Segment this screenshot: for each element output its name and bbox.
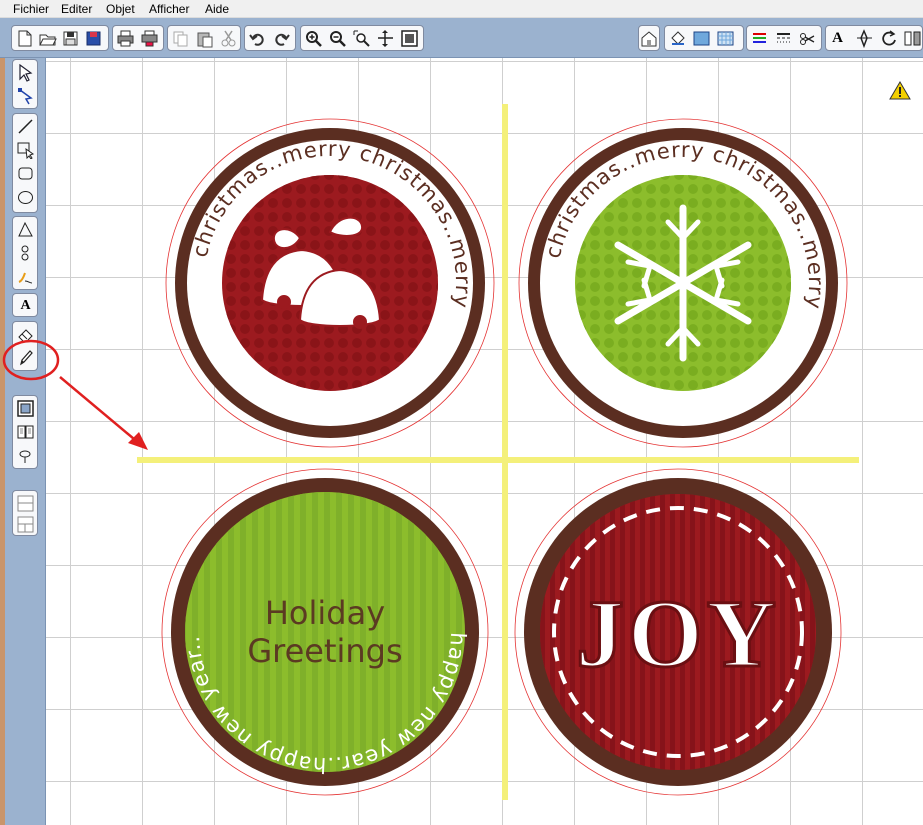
joy-title: JOY [576,580,780,687]
horizontal-guide[interactable] [137,457,859,463]
canvas-artwork: christmas..merry christmas..merry christ… [2,81,911,800]
sticker-merry-christmas-snowflake[interactable]: christmas..merry christmas..merry [518,118,848,448]
greeting-line-2: Greetings [247,632,402,670]
annotation-arrowhead [128,432,148,450]
vertical-guide[interactable] [502,104,508,800]
sticker-holiday-greetings[interactable]: happy new year..happy new year.. Holiday… [161,468,489,796]
greeting-line-1: Holiday [265,594,385,632]
pencil-highlight-circle [2,339,60,381]
annotation-highlight [2,339,148,450]
sticker-joy[interactable]: JOY [514,468,842,796]
application-window: Fichier Editer Objet Afficher Aide A A c… [0,0,923,825]
annotation-arrow [59,376,141,445]
sticker-merry-christmas-bells[interactable]: christmas..merry christmas..merry [165,118,495,448]
warning-icon[interactable] [889,81,911,100]
